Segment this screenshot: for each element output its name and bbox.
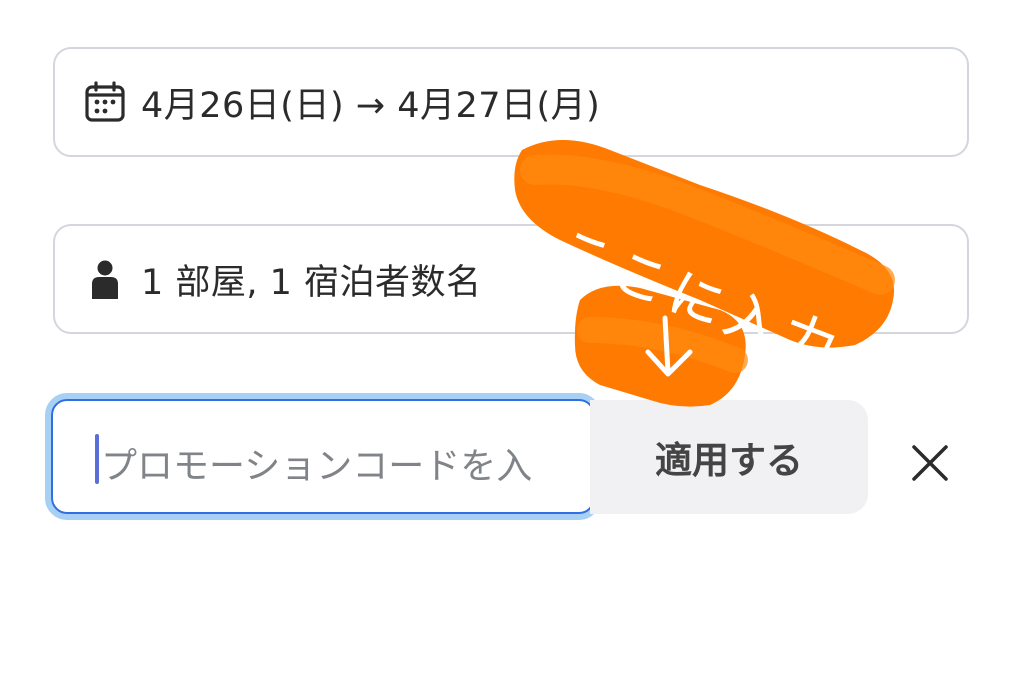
promo-code-input[interactable]: プロモーションコードを入 (51, 399, 595, 514)
apply-promo-button[interactable]: 適用する (590, 400, 868, 514)
booking-search-page: 4月26日(日) → 4月27日(月) 1 部屋, 1 宿泊者数名 プロモーショ… (0, 0, 1024, 689)
text-caret (95, 434, 99, 484)
rooms-guests-text: 1 部屋, 1 宿泊者数名 (141, 262, 482, 303)
person-icon (83, 257, 127, 301)
date-range-field[interactable]: 4月26日(日) → 4月27日(月) (53, 47, 969, 157)
promo-code-focus-ring: プロモーションコードを入 (45, 393, 601, 520)
date-range-text: 4月26日(日) → 4月27日(月) (141, 85, 601, 126)
calendar-icon (83, 80, 127, 124)
close-icon[interactable] (905, 438, 955, 488)
promo-code-placeholder: プロモーションコードを入 (101, 446, 533, 487)
